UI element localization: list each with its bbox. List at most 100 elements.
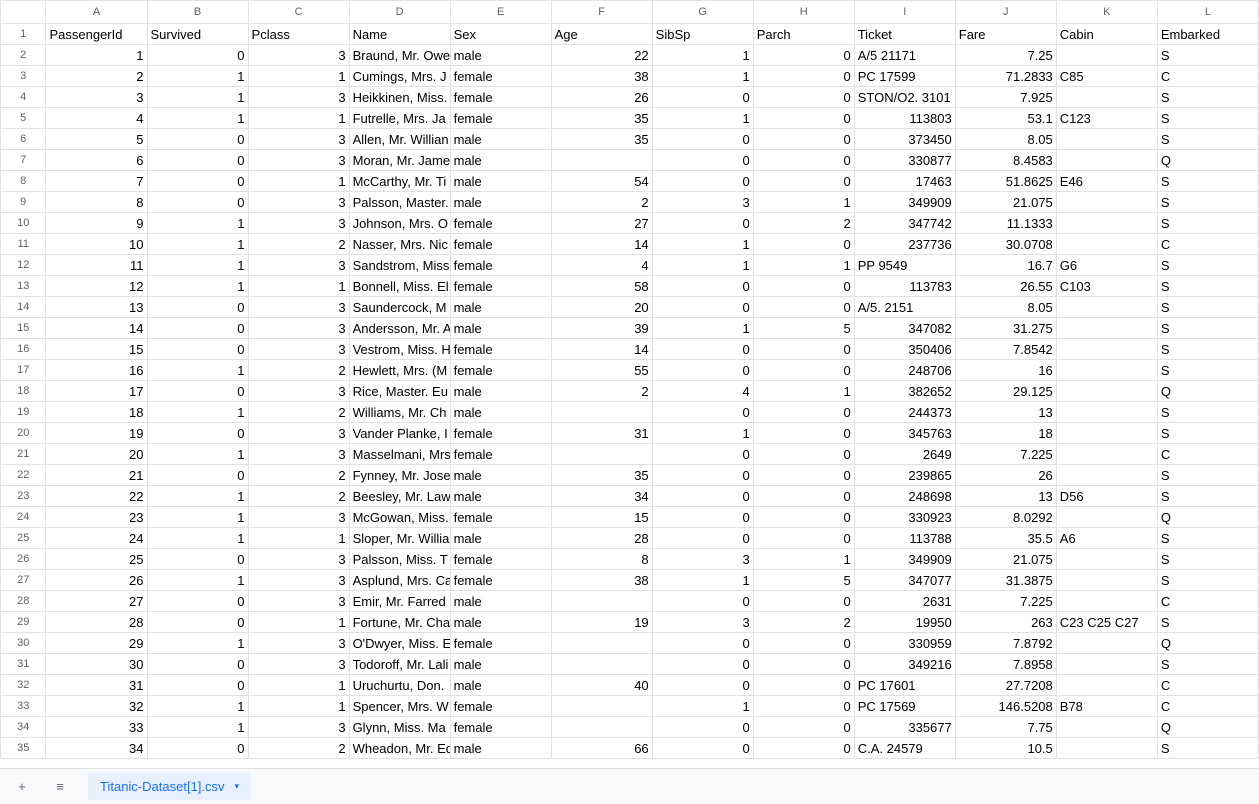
- cell[interactable]: 1: [248, 528, 349, 549]
- cell[interactable]: 0: [147, 339, 248, 360]
- cell[interactable]: SibSp: [652, 24, 753, 45]
- cell[interactable]: Embarked: [1157, 24, 1258, 45]
- cell[interactable]: female: [450, 213, 551, 234]
- cell[interactable]: 0: [753, 465, 854, 486]
- cell[interactable]: 1: [652, 255, 753, 276]
- cell[interactable]: [1056, 129, 1157, 150]
- row-header[interactable]: 16: [1, 339, 46, 360]
- row-header[interactable]: 7: [1, 150, 46, 171]
- cell[interactable]: 3: [248, 549, 349, 570]
- cell[interactable]: 7.8542: [955, 339, 1056, 360]
- cell[interactable]: 3: [248, 339, 349, 360]
- row-header[interactable]: 29: [1, 612, 46, 633]
- cell[interactable]: C: [1157, 444, 1258, 465]
- cell[interactable]: S: [1157, 339, 1258, 360]
- cell[interactable]: [1056, 45, 1157, 66]
- cell[interactable]: 22: [551, 45, 652, 66]
- cell[interactable]: 349216: [854, 654, 955, 675]
- cell[interactable]: 0: [652, 633, 753, 654]
- cell[interactable]: A/5 21171: [854, 45, 955, 66]
- row-header[interactable]: 19: [1, 402, 46, 423]
- cell[interactable]: female: [450, 507, 551, 528]
- cell[interactable]: 2: [248, 234, 349, 255]
- cell[interactable]: 27: [46, 591, 147, 612]
- cell[interactable]: C103: [1056, 276, 1157, 297]
- cell[interactable]: S: [1157, 108, 1258, 129]
- cell[interactable]: 0: [652, 213, 753, 234]
- cell[interactable]: [1056, 234, 1157, 255]
- cell[interactable]: S: [1157, 654, 1258, 675]
- cell[interactable]: [1056, 360, 1157, 381]
- cell[interactable]: 0: [753, 633, 854, 654]
- cell[interactable]: 66: [551, 738, 652, 759]
- cell[interactable]: 1: [147, 402, 248, 423]
- cell[interactable]: Fare: [955, 24, 1056, 45]
- cell[interactable]: 0: [753, 654, 854, 675]
- cell[interactable]: 16.7: [955, 255, 1056, 276]
- cell[interactable]: 13: [955, 402, 1056, 423]
- cell[interactable]: male: [450, 381, 551, 402]
- cell[interactable]: 34: [551, 486, 652, 507]
- cell[interactable]: 0: [147, 675, 248, 696]
- cell[interactable]: male: [450, 591, 551, 612]
- cell[interactable]: 26.55: [955, 276, 1056, 297]
- row-header[interactable]: 20: [1, 423, 46, 444]
- cell[interactable]: Wheadon, Mr. Ed: [349, 738, 450, 759]
- cell[interactable]: 29: [46, 633, 147, 654]
- cell[interactable]: 2: [551, 381, 652, 402]
- cell[interactable]: 7.25: [955, 45, 1056, 66]
- cell[interactable]: 35.5: [955, 528, 1056, 549]
- select-all-corner[interactable]: [1, 1, 46, 24]
- cell[interactable]: Sex: [450, 24, 551, 45]
- cell[interactable]: [551, 654, 652, 675]
- cell[interactable]: 38: [551, 570, 652, 591]
- cell[interactable]: 349909: [854, 549, 955, 570]
- cell[interactable]: Q: [1157, 381, 1258, 402]
- cell[interactable]: 350406: [854, 339, 955, 360]
- column-header-D[interactable]: D: [349, 1, 450, 24]
- cell[interactable]: 0: [652, 129, 753, 150]
- cell[interactable]: S: [1157, 45, 1258, 66]
- cell[interactable]: PC 17599: [854, 66, 955, 87]
- cell[interactable]: 55: [551, 360, 652, 381]
- cell[interactable]: male: [450, 402, 551, 423]
- cell[interactable]: PC 17569: [854, 696, 955, 717]
- cell[interactable]: 237736: [854, 234, 955, 255]
- cell[interactable]: female: [450, 717, 551, 738]
- cell[interactable]: S: [1157, 213, 1258, 234]
- cell[interactable]: 1: [147, 444, 248, 465]
- cell[interactable]: 0: [652, 297, 753, 318]
- cell[interactable]: 0: [652, 507, 753, 528]
- cell[interactable]: C: [1157, 66, 1258, 87]
- cell[interactable]: 0: [147, 45, 248, 66]
- cell[interactable]: [551, 717, 652, 738]
- cell[interactable]: [1056, 381, 1157, 402]
- cell[interactable]: 12: [46, 276, 147, 297]
- cell[interactable]: 0: [753, 738, 854, 759]
- cell[interactable]: Hewlett, Mrs. (M: [349, 360, 450, 381]
- cell[interactable]: 3: [248, 633, 349, 654]
- cell[interactable]: 7.225: [955, 591, 1056, 612]
- cell[interactable]: male: [450, 528, 551, 549]
- row-header[interactable]: 22: [1, 465, 46, 486]
- cell[interactable]: 1: [248, 276, 349, 297]
- cell[interactable]: [551, 591, 652, 612]
- cell[interactable]: 15: [46, 339, 147, 360]
- cell[interactable]: [1056, 570, 1157, 591]
- cell[interactable]: Palsson, Master.: [349, 192, 450, 213]
- cell[interactable]: 8.05: [955, 129, 1056, 150]
- cell[interactable]: 35: [551, 129, 652, 150]
- cell[interactable]: 2: [46, 66, 147, 87]
- cell[interactable]: 3: [248, 297, 349, 318]
- cell[interactable]: 335677: [854, 717, 955, 738]
- cell[interactable]: Braund, Mr. Owe: [349, 45, 450, 66]
- cell[interactable]: 1: [147, 360, 248, 381]
- cell[interactable]: B78: [1056, 696, 1157, 717]
- cell[interactable]: 1: [147, 276, 248, 297]
- cell[interactable]: 8.4583: [955, 150, 1056, 171]
- cell[interactable]: 26: [955, 465, 1056, 486]
- cell[interactable]: 31: [551, 423, 652, 444]
- cell[interactable]: 31: [46, 675, 147, 696]
- row-header[interactable]: 30: [1, 633, 46, 654]
- cell[interactable]: 3: [652, 192, 753, 213]
